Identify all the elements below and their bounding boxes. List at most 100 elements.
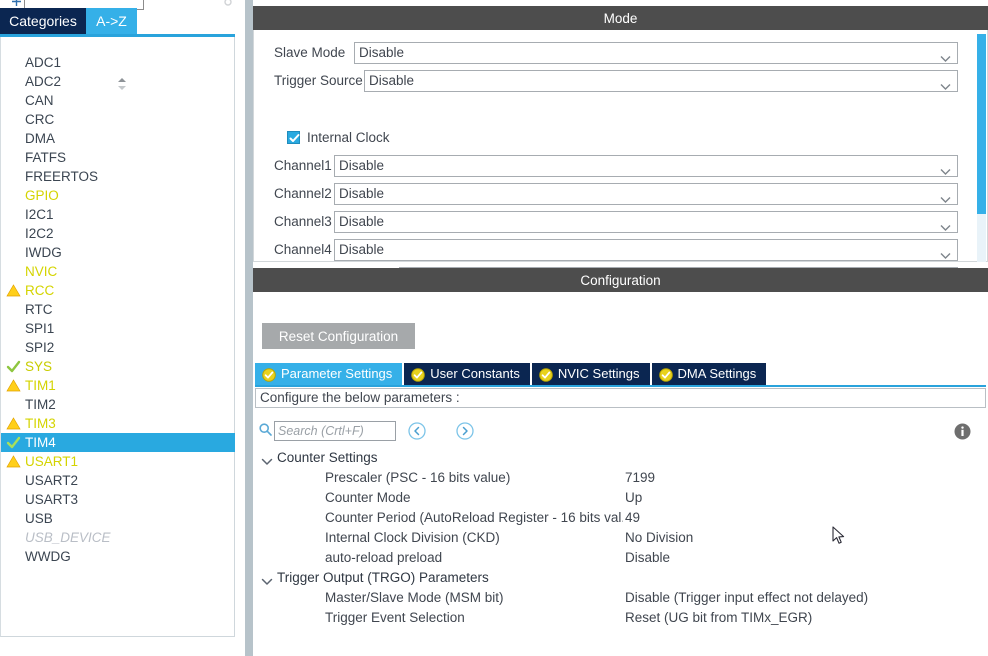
sidebar-item-wwdg[interactable]: WWDG <box>1 547 235 566</box>
channel1-label: Channel1 <box>274 158 332 173</box>
mode-panel: Mode Slave Mode Disable Trigger Source D… <box>253 0 988 289</box>
trigger-source-select[interactable]: Disable <box>364 70 958 92</box>
chevron-down-icon <box>261 453 273 465</box>
configuration-panel: Configuration Reset Configuration Parame… <box>253 268 988 656</box>
parameter-name: auto-reload preload <box>325 550 443 565</box>
sidebar-item-label: TIM2 <box>25 397 56 412</box>
parameter-search-input[interactable]: Search (Crtl+F) <box>274 421 396 441</box>
sidebar-item-usart3[interactable]: USART3 <box>1 490 235 509</box>
gear-icon[interactable] <box>221 0 235 8</box>
peripheral-list-pane: ADC1 ADC2 CAN CRC DMA FATFS FREERTOS GPIO I2C1 I2… <box>0 37 235 637</box>
sidebar-item-rcc[interactable]: RCC <box>1 281 235 300</box>
parameter-value[interactable]: 7199 <box>625 468 655 488</box>
parameter-row[interactable]: Counter Period (AutoReload Register - 16… <box>259 508 984 528</box>
sidebar-item-spi2[interactable]: SPI2 <box>1 338 235 357</box>
sidebar-item-i2c1[interactable]: I2C1 <box>1 205 235 224</box>
parameter-row[interactable]: Prescaler (PSC - 16 bits value) 7199 <box>259 468 984 488</box>
tab-nvic-settings[interactable]: NVIC Settings <box>531 363 650 385</box>
sidebar-item-adc1[interactable]: ADC1 <box>1 53 235 72</box>
tab-dma-settings[interactable]: DMA Settings <box>651 363 767 385</box>
panel-splitter[interactable] <box>245 0 253 656</box>
sidebar-item-tim4[interactable]: TIM4 <box>1 433 235 452</box>
sidebar-item-label: DMA <box>25 131 55 146</box>
trigger-source-row: Trigger Source Disable <box>254 70 958 92</box>
sidebar-item-gpio[interactable]: GPIO <box>1 186 235 205</box>
sidebar-item-dma[interactable]: DMA <box>1 129 235 148</box>
tab-parameter-settings[interactable]: Parameter Settings <box>255 363 403 385</box>
sidebar-item-can[interactable]: CAN <box>1 91 235 110</box>
channel4-select[interactable]: Disable <box>334 239 958 261</box>
sidebar-item-label: USART2 <box>25 473 79 488</box>
parameter-value[interactable]: 49 <box>625 508 640 528</box>
warning-icon <box>6 378 21 393</box>
parameter-value[interactable]: Up <box>625 488 642 508</box>
sidebar-item-label: SPI1 <box>25 321 55 336</box>
sidebar-item-spi1[interactable]: SPI1 <box>1 319 235 338</box>
sidebar-item-usb[interactable]: USB <box>1 509 235 528</box>
parameter-row[interactable]: Trigger Event Selection Reset (UG bit fro… <box>259 608 984 628</box>
parameter-name: Counter Mode <box>325 490 411 505</box>
sidebar-item-usart1[interactable]: USART1 <box>1 452 235 471</box>
tab-a-to-z[interactable]: A->Z <box>86 8 137 34</box>
sidebar-item-label: RTC <box>25 302 53 317</box>
sidebar-item-i2c2[interactable]: I2C2 <box>1 224 235 243</box>
parameter-row[interactable]: Master/Slave Mode (MSM bit) Disable (Trig… <box>259 588 984 608</box>
tab-label: NVIC Settings <box>557 366 640 381</box>
parameter-group-header[interactable]: Trigger Output (TRGO) Parameters <box>259 568 984 588</box>
sidebar-item-label: RCC <box>25 283 55 298</box>
sidebar-item-label: ADC2 <box>25 74 62 89</box>
configuration-tab-underline <box>255 385 986 387</box>
channel2-select[interactable]: Disable <box>334 183 958 205</box>
parameter-value[interactable]: Reset (UG bit from TIMx_EGR) <box>625 608 812 628</box>
channel4-value: Disable <box>339 242 385 257</box>
reset-configuration-button[interactable]: Reset Configuration <box>262 323 415 349</box>
slave-mode-select[interactable]: Disable <box>354 42 958 64</box>
parameter-row[interactable]: Counter Mode Up <box>259 488 984 508</box>
channel3-select[interactable]: Disable <box>334 211 958 233</box>
sidebar-item-nvic[interactable]: NVIC <box>1 262 235 281</box>
sidebar-item-label: USB <box>25 511 53 526</box>
sidebar-item-tim1[interactable]: TIM1 <box>1 376 235 395</box>
sidebar-item-label: WWDG <box>25 549 71 564</box>
parameter-row[interactable]: auto-reload preload Disable <box>259 548 984 568</box>
nav-forward-icon[interactable] <box>455 421 475 441</box>
peripheral-list: ADC1 ADC2 CAN CRC DMA FATFS FREERTOS GPIO I2C1 I2… <box>1 53 235 566</box>
sidebar-item-tim2[interactable]: TIM2 <box>1 395 235 414</box>
channel3-label: Channel3 <box>274 214 332 229</box>
parameter-name: Trigger Event Selection <box>325 610 465 625</box>
parameter-name: Master/Slave Mode (MSM bit) <box>325 590 504 605</box>
mode-scrollbar-thumb[interactable] <box>977 34 986 214</box>
tab-user-constants[interactable]: User Constants <box>404 363 530 385</box>
expand-all-icon[interactable] <box>12 0 21 6</box>
parameter-group-header[interactable]: Counter Settings <box>259 448 984 468</box>
parameter-value[interactable]: Disable (Trigger input effect not delaye… <box>625 588 868 608</box>
internal-clock-checkbox[interactable]: Internal Clock <box>287 128 390 146</box>
info-icon[interactable] <box>954 423 971 440</box>
sidebar-item-freertos[interactable]: FREERTOS <box>1 167 235 186</box>
sidebar-item-label: ADC1 <box>25 55 62 70</box>
internal-clock-label: Internal Clock <box>307 129 390 145</box>
sidebar-item-usart2[interactable]: USART2 <box>1 471 235 490</box>
checkbox-box <box>287 130 300 144</box>
sidebar-item-iwdg[interactable]: IWDG <box>1 243 235 262</box>
sidebar-item-sys[interactable]: SYS <box>1 357 235 376</box>
sidebar-item-adc2[interactable]: ADC2 <box>1 72 235 91</box>
tab-categories[interactable]: Categories <box>0 8 86 34</box>
parameter-value[interactable]: No Division <box>625 528 693 548</box>
tab-check-icon <box>658 367 673 382</box>
peripheral-sidebar: Categories A->Z ADC1 ADC2 CAN CRC DMA FATFS FR… <box>0 0 245 656</box>
configuration-tabstrip: Parameter Settings User Constants NVIC Set… <box>255 363 768 385</box>
sidebar-item-tim3[interactable]: TIM3 <box>1 414 235 433</box>
sidebar-item-usb_device[interactable]: USB_DEVICE <box>1 528 235 547</box>
sidebar-item-rtc[interactable]: RTC <box>1 300 235 319</box>
sidebar-item-crc[interactable]: CRC <box>1 110 235 129</box>
nav-back-icon[interactable] <box>407 421 427 441</box>
parameter-row[interactable]: Internal Clock Division (CKD) No Division <box>259 528 984 548</box>
sidebar-item-label: SYS <box>25 359 53 374</box>
tab-check-icon <box>262 367 276 382</box>
parameter-value[interactable]: Disable <box>625 548 670 568</box>
sidebar-item-fatfs[interactable]: FATFS <box>1 148 235 167</box>
channel3-value: Disable <box>339 214 385 229</box>
channel1-select[interactable]: Disable <box>334 155 958 177</box>
tab-label: DMA Settings <box>677 366 757 381</box>
